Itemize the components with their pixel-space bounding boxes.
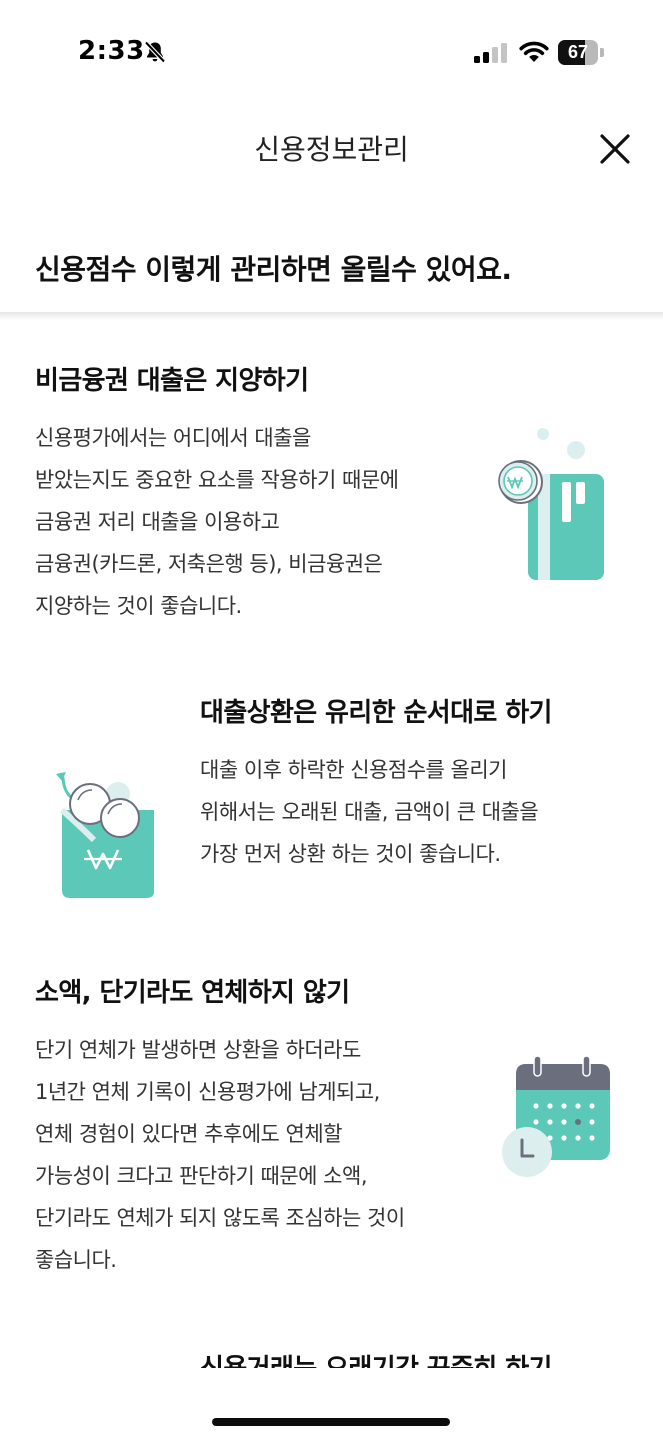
bell-slash-icon [144,41,166,63]
section-body-line: 위해서는 오래된 대출, 금액이 큰 대출을 [200,800,539,824]
section-body: 대출 이후 하락한 신용점수를 올리기 위해서는 오래된 대출, 금액이 큰 대… [200,749,552,875]
section-body-line: 신용평가에서는 어디에서 대출을 [35,426,311,450]
battery-body: 67 [558,40,598,65]
section-body-line: 연체 경험이 있다면 추후에도 연체할 [35,1122,342,1146]
header-divider [0,312,663,320]
section-body: 신용평가에서는 어디에서 대출을 받았는지도 중요한 요소를 작용하기 때문에 … [35,417,399,627]
section-body-line: 가능성이 크다고 판단하기 때문에 소액, [35,1164,367,1188]
section-body-line: 좋습니다. [35,1248,117,1272]
headline: 신용점수 이렇게 관리하면 올릴수 있어요. [35,253,512,286]
money-pouch-icon [56,772,154,898]
battery-icon: 67 [558,40,604,65]
section-title: 대출상환은 유리한 순서대로 하기 [200,698,552,728]
tip-section-repayment-order: 대출상환은 유리한 순서대로 하기 대출 이후 하락한 신용점수를 올리기 위해… [200,692,552,875]
status-time: 2:33 [78,36,145,66]
section-body-line: 단기 연체가 발생하면 상환을 하더라도 [35,1038,361,1062]
section-title: 소액, 단기라도 연체하지 않기 [35,978,350,1008]
close-icon[interactable] [594,128,636,170]
page-title: 신용정보관리 [254,133,409,166]
section-title: 비금융권 대출은 지양하기 [35,366,309,396]
section-body-line: 단기라도 연체가 되지 않도록 조심하는 것이 [35,1206,405,1230]
status-bar: 2:33 67 [0,0,663,100]
tip-section-no-overdue: 소액, 단기라도 연체하지 않기 단기 연체가 발생하면 상환을 하더라도 1년… [35,972,405,1281]
card-coin-icon [498,428,604,580]
section-body-line: 대출 이후 하락한 신용점수를 올리기 [200,758,507,782]
section-body-line: 1년간 연체 기록이 신용평가에 남게되고, [35,1080,380,1104]
section-body-line: 금융권(카드론, 저축은행 등), 비금융권은 [35,552,383,576]
section-body-line: 금융권 저리 대출을 이용하고 [35,510,280,534]
section-body-line: 받았는지도 중요한 요소를 작용하기 때문에 [35,468,399,492]
battery-level: 67 [567,42,589,62]
tip-section-nonbank-loans: 비금융권 대출은 지양하기 신용평가에서는 어디에서 대출을 받았는지도 중요한… [35,360,399,627]
calendar-clock-icon [502,1055,610,1177]
cellular-signal-icon [474,43,507,63]
section-body-line: 가장 먼저 상환 하는 것이 좋습니다. [200,842,501,866]
battery-tip [600,48,604,57]
wifi-icon [519,41,549,62]
section-body-line: 지양하는 것이 좋습니다. [35,594,242,618]
bottom-safe-area [0,1368,663,1440]
home-indicator[interactable] [212,1418,450,1426]
section-body: 단기 연체가 발생하면 상환을 하더라도 1년간 연체 기록이 신용평가에 남게… [35,1029,405,1281]
